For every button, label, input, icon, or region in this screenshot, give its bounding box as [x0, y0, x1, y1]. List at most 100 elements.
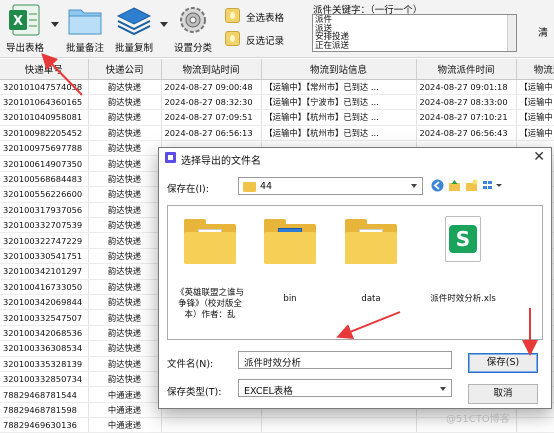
export-table-label: 导出表格	[5, 43, 44, 54]
invert-selection-button[interactable]: 反选记录	[225, 29, 291, 49]
table-cell: 78829468781598	[0, 402, 89, 419]
save-in-value: 44	[260, 181, 273, 192]
dialog-titlebar: 选择导出的文件名 ✕	[159, 148, 551, 168]
file-list: 《英雄联盟之谁与争锋》（校对版全本）作者：乱 bin data S 派件时效分析…	[167, 205, 543, 340]
batch-copy-label: 批量复制	[114, 43, 153, 54]
table-cell: 320100332707539	[0, 217, 89, 234]
table-cell: 【运输中	[516, 94, 554, 111]
cancel-button[interactable]: 取消	[468, 384, 538, 404]
export-dropdown-icon[interactable]	[51, 22, 59, 27]
export-table-button[interactable]: X 导出表格	[2, 2, 48, 56]
table-cell: 320100317937056	[0, 202, 89, 219]
table-row[interactable]: 320101064360165 韵达快递 2024-08-27 08:32:30 【运…	[0, 94, 554, 111]
table-cell	[261, 417, 417, 433]
folder-icon	[345, 216, 397, 264]
table-cell: 韵达快递	[88, 202, 162, 219]
table-cell: 韵达快递	[88, 232, 162, 249]
table-cell: 320100330541751	[0, 248, 89, 265]
new-folder-icon[interactable]	[465, 179, 478, 192]
table-cell: 2024-08-27 09:00:48	[161, 79, 262, 95]
folder-icon	[184, 216, 236, 264]
table-row[interactable]: 320101040958081 韵达快递 2024-08-27 07:09:51 【运…	[0, 109, 554, 126]
table-cell: 2024-08-27 08:33:00	[416, 94, 517, 111]
table-cell: 韵达快递	[88, 356, 162, 372]
save-button[interactable]: 保存(S)	[468, 353, 538, 373]
filename-input[interactable]: 派件时效分析	[238, 351, 452, 369]
table-cell	[161, 417, 262, 433]
table-cell: 2024-08-27 09:01:18	[416, 79, 517, 95]
table-cell: 韵达快递	[88, 325, 162, 342]
column-header[interactable]: 物流派	[516, 59, 554, 80]
table-cell: 【运输中】【常州市】已到达 ...	[261, 79, 417, 95]
table-cell	[516, 417, 554, 433]
batch-copy-button[interactable]: 批量复制	[110, 2, 158, 56]
filetype-value: EXCEL表格	[244, 386, 293, 397]
table-cell: 【运输中	[516, 125, 554, 142]
table-cell: 320100335328139	[0, 356, 89, 372]
table-row[interactable]: 320101047574038 韵达快递 2024-08-27 09:00:48 【运…	[0, 79, 554, 95]
clear-button[interactable]: 清	[538, 24, 548, 39]
column-header[interactable]: 物流到站时间	[161, 59, 262, 80]
table-cell: 320100975697788	[0, 140, 89, 157]
excel-icon: X	[9, 4, 40, 36]
save-file-dialog: 选择导出的文件名 ✕ 保存在(I): 44 《英雄联盟之谁与争锋》（校对版全本）…	[158, 147, 552, 409]
chevron-down-icon	[411, 184, 417, 188]
filename-label: 文件名(N):	[167, 359, 214, 370]
table-cell: 2024-08-27 07:10:21	[416, 109, 517, 126]
table-cell: 【运输中】【杭州市】已到达 ...	[261, 109, 417, 126]
table-cell: 韵达快递	[88, 94, 162, 111]
up-folder-icon[interactable]	[448, 179, 461, 192]
toolbar: X 导出表格 批量备注 批量复制 设置分类 全选表格 反选记录 派件关键字：（一…	[0, 0, 554, 58]
keyword-textarea[interactable]: 派件 派送 安排投递 正在派送	[312, 14, 517, 52]
table-row[interactable]: 320100982205452 韵达快递 2024-08-27 06:56:13 【运…	[0, 125, 554, 142]
table-cell: 320100332547507	[0, 309, 89, 326]
table-cell: 320100336308534	[0, 340, 89, 357]
column-header[interactable]: 物流到站信息	[261, 59, 417, 80]
app-icon	[165, 152, 176, 163]
watermark: @51CTO博客	[446, 414, 510, 425]
table-cell: 320100556226600	[0, 186, 89, 203]
batch-note-button[interactable]: 批量备注	[62, 2, 108, 56]
back-icon[interactable]	[431, 179, 444, 192]
table-cell: 2024-08-27 07:09:51	[161, 109, 262, 126]
lightbulb-icon	[225, 31, 240, 46]
close-icon[interactable]: ✕	[533, 149, 545, 165]
batch-note-label: 批量备注	[65, 43, 104, 54]
chevron-down-icon	[440, 387, 446, 391]
table-cell: 中通速递	[88, 417, 162, 433]
filetype-label: 保存类型(T):	[167, 387, 222, 398]
table-cell: 韵达快递	[88, 140, 162, 157]
table-cell: 韵达快递	[88, 171, 162, 188]
dialog-title: 选择导出的文件名	[181, 156, 261, 167]
filetype-select[interactable]: EXCEL表格	[238, 379, 452, 397]
table-cell: 韵达快递	[88, 186, 162, 203]
table-cell: 320100332850734	[0, 371, 89, 388]
keyword-scrollbar[interactable]	[507, 15, 516, 51]
table-cell: 320100568684483	[0, 171, 89, 188]
save-in-select[interactable]: 44	[238, 177, 423, 195]
settings-category-button[interactable]: 设置分类	[170, 2, 216, 56]
table-cell: 【运输中	[516, 79, 554, 95]
batch-copy-dropdown-icon[interactable]	[160, 22, 168, 27]
table-cell: 2024-08-27 08:32:30	[161, 94, 262, 111]
column-header[interactable]: 快递公司	[88, 59, 162, 80]
table-cell: 320100342069844	[0, 294, 89, 311]
table-cell: 韵达快递	[88, 294, 162, 311]
column-header[interactable]: 物流派件时间	[416, 59, 517, 80]
table-cell: 韵达快递	[88, 109, 162, 126]
table-cell: 78829469630136	[0, 417, 89, 433]
table-cell: 【运输中】【宁波市】已到达 ...	[261, 94, 417, 111]
table-cell: 韵达快递	[88, 309, 162, 326]
table-cell: 320100322747229	[0, 232, 89, 249]
table-cell: 320100416733050	[0, 279, 89, 295]
table-cell: 78829468781544	[0, 386, 89, 403]
table-cell: 韵达快递	[88, 340, 162, 357]
keyword-line: 派件	[315, 15, 333, 25]
svg-text:X: X	[13, 14, 23, 29]
view-menu-icon[interactable]	[482, 179, 504, 192]
file-item-name: 派件时效分析.xls	[430, 294, 496, 304]
column-header[interactable]: 快递单号	[0, 59, 89, 80]
keyword-line: 正在派送	[315, 41, 350, 52]
select-all-button[interactable]: 全选表格	[225, 6, 291, 26]
settings-category-label: 设置分类	[173, 43, 212, 54]
